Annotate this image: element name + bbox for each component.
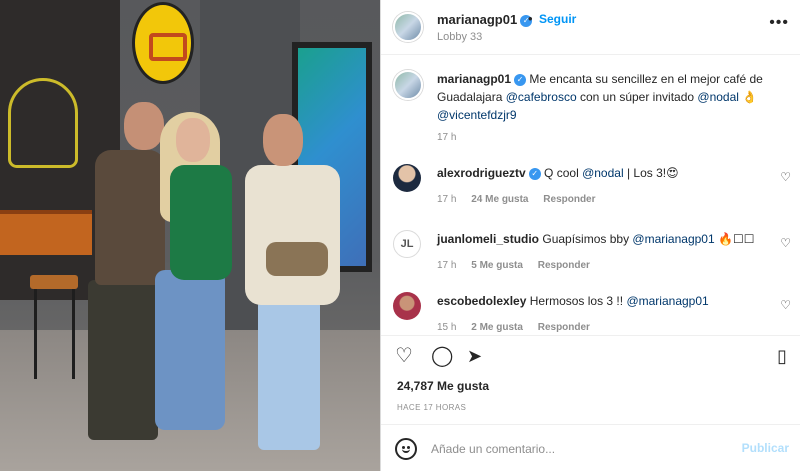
comment-username[interactable]: juanlomeli_studio [437,232,539,246]
caption-username[interactable]: marianagp01 [437,72,511,86]
reply-button[interactable]: Responder [543,194,595,205]
comment-text: alexrodrigueztv ✓ Q cool @nodal | Los 3!😍 [437,164,772,182]
comments-section[interactable]: marianagp01 ✓ Me encanta su sencillez en … [381,56,800,333]
comment-text-part: Guapísimos bby [542,232,630,246]
comment-icon[interactable]: ◯ [431,345,453,367]
photo-counter [0,210,92,255]
caption-meta: 17 h [437,132,468,143]
comment-likes[interactable]: 5 Me gusta [471,260,523,271]
share-icon[interactable]: ➤ [467,345,482,367]
photo-person-3-body [245,165,340,305]
comment-meta: 17 h 5 Me gusta Responder [437,260,602,271]
caption-text-part: con un súper invitado [579,90,695,104]
photo-person-1-head [124,102,164,150]
comment-input[interactable] [431,439,711,459]
caption-time: 17 h [437,132,457,143]
comment-likes[interactable]: 2 Me gusta [471,322,523,333]
emoji: 🔥☐☐ [718,232,755,246]
author-username[interactable]: marianagp01 ✓ [437,12,533,27]
caption-text: marianagp01 ✓ Me encanta su sencillez en … [437,70,772,124]
comment-username[interactable]: alexrodrigueztv [437,166,526,180]
bookmark-icon[interactable]: ▯ [777,345,787,367]
comment-likes[interactable]: 24 Me gusta [471,194,528,205]
action-bar: ♡ ◯ ➤ ▯ [381,335,800,375]
add-comment-bar: Publicar [381,424,800,471]
emoji-picker-icon[interactable] [395,438,417,460]
mention-link[interactable]: @marianagp01 [626,294,708,308]
photo-person-2-legs [155,270,225,430]
comment-time: 17 h [437,194,457,205]
publish-button[interactable]: Publicar [742,441,789,455]
comment-meta: 17 h 24 Me gusta Responder [437,194,608,205]
instagram-post: marianagp01 ✓ • Seguir Lobby 33 ••• maria… [0,0,800,471]
photo-stool-leg [34,289,37,379]
comment-avatar[interactable] [393,292,421,320]
mention-link[interactable]: @cafebrosco [506,90,577,104]
photo-person-3-bag [266,242,328,276]
verified-badge-icon: ✓ [528,168,541,180]
photo-cafe-logo [132,2,194,84]
mention-link[interactable]: @nodal [582,166,624,180]
reply-button[interactable]: Responder [538,260,590,271]
heart-icon[interactable]: ♡ [395,345,413,367]
more-options-icon[interactable]: ••• [769,14,789,32]
follow-button[interactable]: Seguir [539,12,576,26]
photo-stool-leg [72,289,75,379]
comment-meta: 15 h 2 Me gusta Responder [437,322,602,333]
post-photo[interactable] [0,0,380,471]
caption-avatar[interactable] [393,70,423,100]
comment-heart-icon[interactable]: ♡ [780,298,791,312]
comment-avatar[interactable] [393,164,421,192]
ok-hand-emoji: 👌 [742,90,758,104]
author-username-text[interactable]: marianagp01 [437,12,517,27]
photo-neon-sign [8,78,78,168]
comment-text-part: Q cool [544,166,579,180]
author-avatar[interactable] [393,12,423,42]
comment-text: juanlomeli_studio Guapísimos bby @marian… [437,230,772,248]
comment-text-part: Hermosos los 3 !! [529,294,624,308]
photo-person-3-head [263,114,303,166]
reply-button[interactable]: Responder [538,322,590,333]
photo-person-1-legs [88,280,158,440]
comment-time: 17 h [437,260,457,271]
mention-link[interactable]: @nodal [697,90,739,104]
comment-username[interactable]: escobedolexley [437,294,526,308]
post-location[interactable]: Lobby 33 [437,31,482,43]
comment-text: escobedolexley Hermosos los 3 !! @marian… [437,292,772,310]
photo-person-1-body [95,150,165,285]
post-header: marianagp01 ✓ • Seguir Lobby 33 ••• [381,0,800,55]
comment-time: 15 h [437,322,457,333]
likes-count[interactable]: 24,787 Me gusta [397,379,489,393]
comment-heart-icon[interactable]: ♡ [780,170,791,184]
comment-text-part: | Los 3! [626,166,667,180]
mention-link[interactable]: @marianagp01 [632,232,714,246]
mention-link[interactable]: @vicentefdzjr9 [437,108,517,122]
photo-person-2-body [170,165,232,280]
post-side-panel: marianagp01 ✓ • Seguir Lobby 33 ••• maria… [380,0,800,471]
comment-heart-icon[interactable]: ♡ [780,236,791,250]
photo-person-2-head [176,118,210,162]
verified-badge-icon: ✓ [514,74,527,86]
header-separator: • [528,11,533,26]
comment-avatar[interactable]: JL [393,230,421,258]
posted-time: HACE 17 HORAS [397,403,467,412]
photo-stool [30,275,78,289]
emoji: 😍 [666,166,679,180]
photo-person-3-legs [258,300,320,450]
